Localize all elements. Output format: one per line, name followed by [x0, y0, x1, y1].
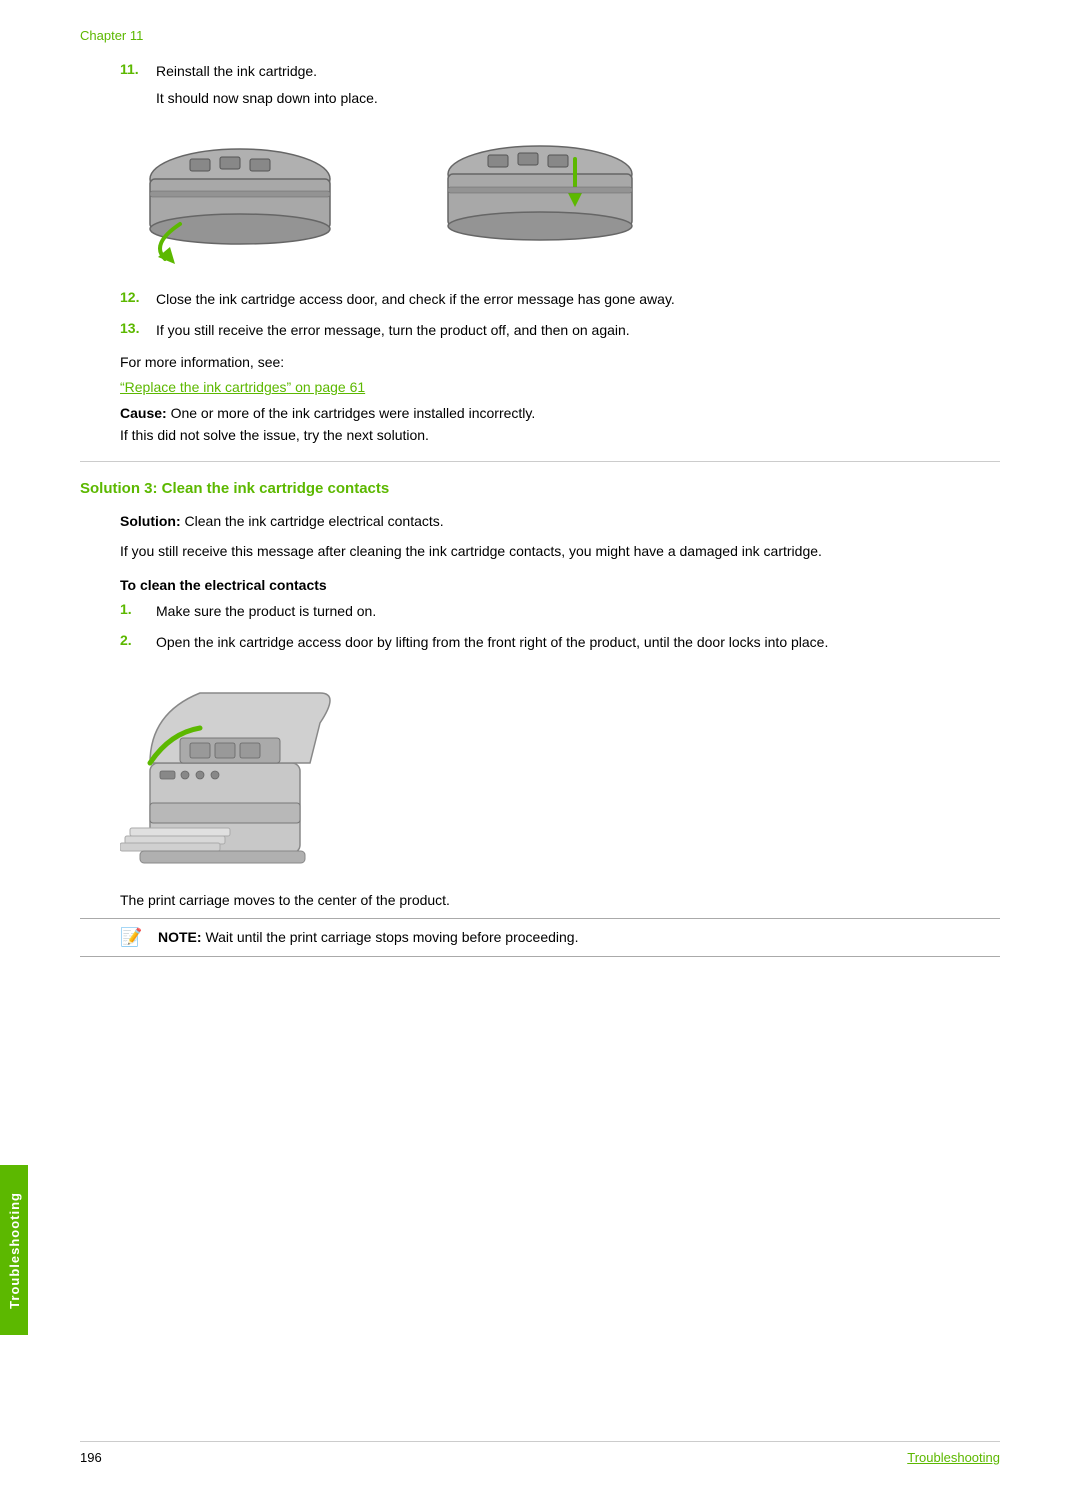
- sidebar-tab-label: Troubleshooting: [7, 1192, 22, 1309]
- solution3-step1-line: 1. Make sure the product is turned on.: [120, 601, 1000, 622]
- step-13-block: 13. If you still receive the error messa…: [80, 320, 1000, 341]
- note-text: NOTE: Wait until the print carriage stop…: [158, 927, 578, 948]
- cause-text: Cause: One or more of the ink cartridges…: [80, 405, 1000, 421]
- cartridge-images-row: [120, 129, 1000, 269]
- solution3-step2-block: 2. Open the ink cartridge access door by…: [80, 632, 1000, 653]
- step-11-text: Reinstall the ink cartridge.: [156, 61, 317, 82]
- not-solve-text: If this did not solve the issue, try the…: [80, 427, 1000, 443]
- step-13-num: 13.: [120, 320, 156, 341]
- cartridge-image-left: [120, 129, 360, 269]
- printer-image: [120, 673, 340, 873]
- page-footer: 196 Troubleshooting: [80, 1441, 1000, 1465]
- step-11-subtext: It should now snap down into place.: [120, 88, 1000, 109]
- solution-description: If you still receive this message after …: [80, 540, 1000, 562]
- solution-3-heading: Solution 3: Clean the ink cartridge cont…: [80, 480, 1000, 497]
- cause-description: One or more of the ink cartridges were i…: [167, 405, 536, 421]
- step-13-line: 13. If you still receive the error messa…: [120, 320, 1000, 341]
- page-number: 196: [80, 1450, 102, 1465]
- step-11-block: 11. Reinstall the ink cartridge. It shou…: [80, 61, 1000, 109]
- solution-label: Solution:: [120, 513, 181, 529]
- note-label: NOTE:: [158, 929, 202, 945]
- footer-link[interactable]: Troubleshooting: [907, 1450, 1000, 1465]
- solution3-step2-text: Open the ink cartridge access door by li…: [156, 632, 828, 653]
- solution3-step2-num: 2.: [120, 632, 156, 653]
- step-13-text: If you still receive the error message, …: [156, 320, 630, 341]
- print-carriage-text: The print carriage moves to the center o…: [80, 892, 1000, 908]
- step-11-num: 11.: [120, 61, 156, 82]
- step-12-num: 12.: [120, 289, 156, 310]
- solution3-step1-num: 1.: [120, 601, 156, 622]
- cause-label: Cause:: [120, 405, 167, 421]
- solution-label-line: Solution: Clean the ink cartridge electr…: [80, 511, 1000, 532]
- page-container: Chapter 11 11. Reinstall the ink cartrid…: [0, 0, 1080, 1495]
- solution3-step1-block: 1. Make sure the product is turned on.: [80, 601, 1000, 622]
- replace-cartridges-link[interactable]: “Replace the ink cartridges” on page 61: [80, 379, 1000, 395]
- note-icon: 📝: [120, 927, 148, 948]
- note-content: Wait until the print carriage stops movi…: [202, 929, 579, 945]
- note-box: 📝 NOTE: Wait until the print carriage st…: [80, 918, 1000, 957]
- step-12-block: 12. Close the ink cartridge access door,…: [80, 289, 1000, 310]
- sidebar-tab: Troubleshooting: [0, 1165, 28, 1335]
- cartridge-image-right: [420, 129, 660, 269]
- sub-heading-electrical: To clean the electrical contacts: [80, 577, 1000, 593]
- step-12-line: 12. Close the ink cartridge access door,…: [120, 289, 1000, 310]
- step-12-text: Close the ink cartridge access door, and…: [156, 289, 675, 310]
- solution-text: Clean the ink cartridge electrical conta…: [181, 513, 444, 529]
- step-11-line: 11. Reinstall the ink cartridge.: [120, 61, 1000, 82]
- solution3-step2-line: 2. Open the ink cartridge access door by…: [120, 632, 1000, 653]
- info-text: For more information, see:: [80, 351, 1000, 373]
- solution3-step1-text: Make sure the product is turned on.: [156, 601, 376, 622]
- chapter-header: Chapter 11: [80, 28, 1000, 43]
- solution-3-block: Solution 3: Clean the ink cartridge cont…: [80, 480, 1000, 956]
- printer-image-block: [80, 673, 1000, 876]
- section-divider: [80, 461, 1000, 462]
